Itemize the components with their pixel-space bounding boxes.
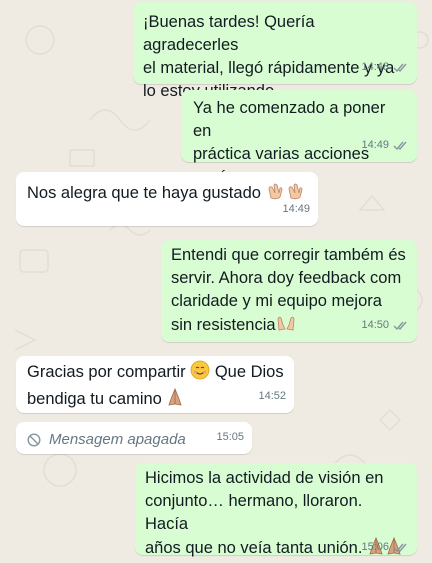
double-check-icon bbox=[393, 543, 407, 553]
double-check-icon bbox=[393, 321, 407, 331]
message-meta: 15:06 bbox=[361, 536, 409, 559]
outgoing-message[interactable]: Ya he comenzado a poner en práctica vari… bbox=[181, 90, 417, 186]
message-meta: 14:52 bbox=[258, 385, 286, 408]
double-check-icon bbox=[393, 63, 407, 73]
message-meta: 15:05 bbox=[216, 426, 244, 449]
incoming-message[interactable]: Gracias por compartir Que Dios bendiga t… bbox=[16, 356, 294, 413]
message-text: Que Dios bbox=[214, 363, 284, 381]
message-text: Gracias por compartir bbox=[27, 363, 186, 381]
message-text: bendiga tu camino bbox=[27, 390, 162, 408]
outgoing-message[interactable]: ¡Buenas tardes! Quería agradecerles el m… bbox=[133, 2, 417, 100]
double-check-icon bbox=[393, 141, 407, 151]
message-text: Hicimos la actividad de visión en conjun… bbox=[145, 469, 384, 557]
message-meta: 14:50 bbox=[361, 314, 409, 337]
message-time: 14:52 bbox=[258, 390, 286, 402]
outgoing-message[interactable]: Hicimos la actividad de visión en conjun… bbox=[135, 463, 417, 557]
incoming-message[interactable]: Nos alegra que te haya gustado 14:49 bbox=[16, 172, 318, 226]
message-time: 14:49 bbox=[361, 139, 389, 151]
message-meta: 14:49 bbox=[361, 134, 409, 157]
deleted-message-text: Mensagem apagada bbox=[49, 431, 186, 448]
message-time: 14:48 bbox=[361, 61, 389, 73]
outgoing-message[interactable]: Entendi que corregir também és servir. A… bbox=[161, 240, 417, 342]
message-text: Nos alegra que te haya gustado bbox=[27, 184, 261, 202]
deleted-message[interactable]: Mensagem apagada 15:05 bbox=[16, 422, 252, 454]
message-meta: 14:48 bbox=[361, 56, 409, 79]
message-time: 15:06 bbox=[361, 541, 389, 553]
message-time: 14:49 bbox=[282, 203, 310, 215]
folded-hands-emoji bbox=[166, 387, 184, 414]
deleted-message-content: Mensagem apagada bbox=[27, 428, 242, 451]
message-time: 14:50 bbox=[361, 319, 389, 331]
raising-hands-emoji bbox=[276, 313, 296, 340]
message-time: 15:05 bbox=[216, 431, 244, 443]
deleted-message-icon bbox=[27, 432, 41, 447]
smiling-face-emoji bbox=[190, 360, 210, 387]
message-meta: 14:49 bbox=[282, 198, 310, 221]
